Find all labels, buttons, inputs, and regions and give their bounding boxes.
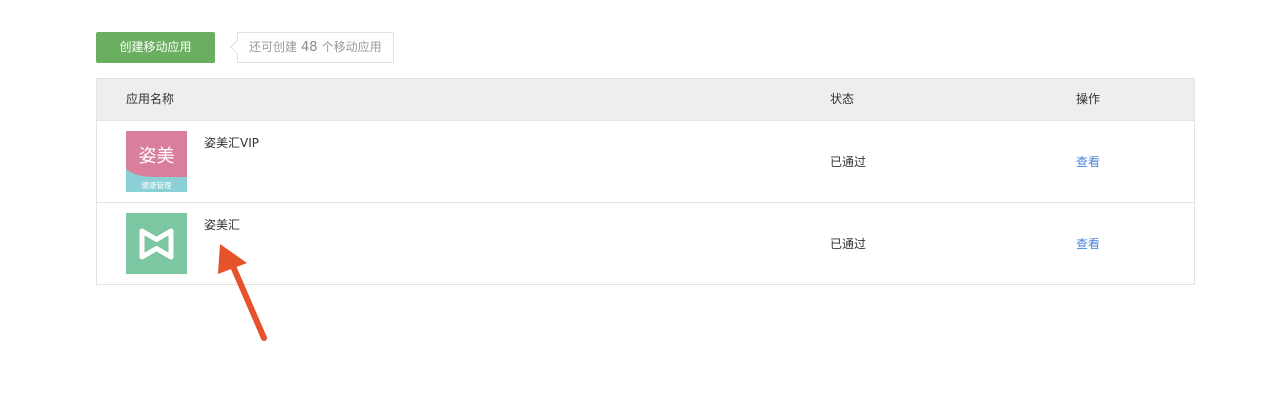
zimei-app-icon: [126, 213, 187, 274]
view-link[interactable]: 查看: [1076, 235, 1100, 252]
quota-prefix: 还可创建: [249, 40, 298, 54]
table-row: 姿美 健康管理 姿美汇VIP 已通过 查看: [97, 120, 1194, 202]
app-name: 姿美汇: [204, 218, 241, 232]
zimei-vip-app-icon: 姿美 健康管理: [126, 131, 187, 192]
app-name: 姿美汇VIP: [204, 136, 259, 150]
view-link[interactable]: 查看: [1076, 153, 1100, 170]
mobile-app-table: 应用名称 状态 操作 姿美 健康管理 姿美汇VIP 已通过 查看 姿美汇 已通过…: [96, 78, 1195, 285]
header-app-name: 应用名称: [126, 92, 175, 106]
quota-suffix: 个移动应用: [321, 40, 382, 54]
quota-count: 48: [301, 40, 318, 55]
header-status: 状态: [830, 92, 855, 106]
table-header: 应用名称 状态 操作: [97, 79, 1194, 120]
table-row: 姿美汇 已通过 查看: [97, 202, 1194, 284]
app-icon-subtitle: 健康管理: [142, 180, 172, 190]
app-status: 已通过: [830, 237, 867, 251]
app-icon-title: 姿美: [139, 146, 175, 167]
remaining-quota-tip: 还可创建 48 个移动应用: [237, 32, 394, 63]
header-action: 操作: [1076, 92, 1101, 106]
app-toolbar: 创建移动应用 还可创建 48 个移动应用: [96, 32, 394, 63]
app-status: 已通过: [830, 155, 867, 169]
create-mobile-app-button[interactable]: 创建移动应用: [96, 32, 215, 63]
